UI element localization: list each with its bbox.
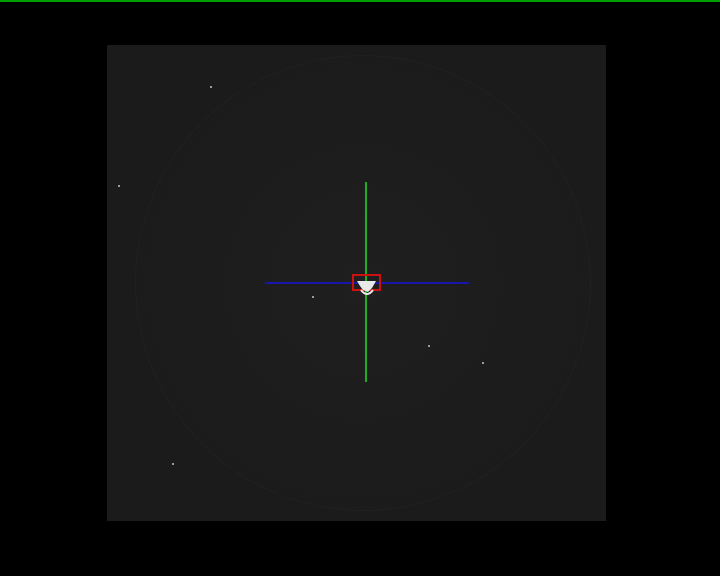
noise-speck: [172, 463, 174, 465]
crosshair-overlay: [118, 86, 484, 465]
noise-speck: [482, 362, 484, 364]
noise-speck: [118, 185, 120, 187]
sensor-noise: [118, 86, 484, 465]
noise-speck: [210, 86, 212, 88]
noise-speck: [428, 345, 430, 347]
noise-speck: [312, 296, 314, 298]
camera-viewport: [0, 0, 720, 576]
